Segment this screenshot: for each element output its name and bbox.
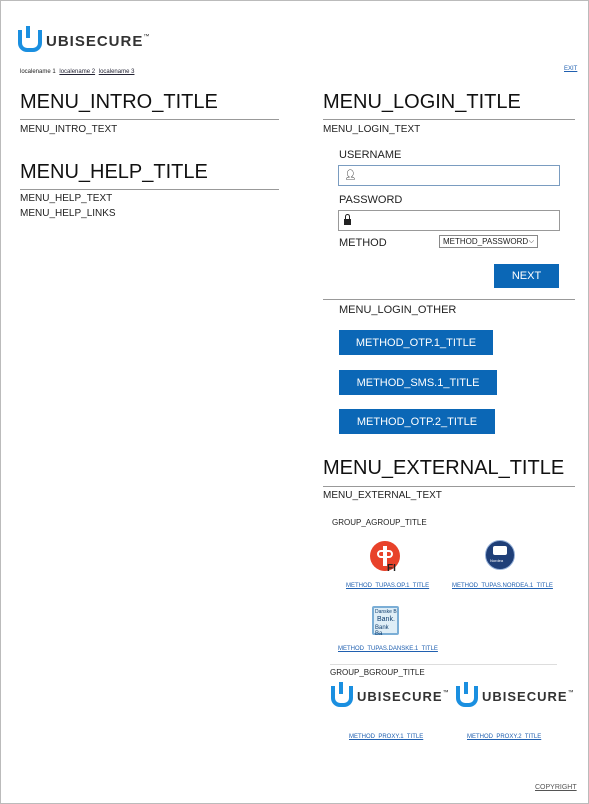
- group-a-title: GROUP_AGROUP_TITLE: [332, 518, 427, 527]
- op-logo-label: FI: [387, 563, 396, 574]
- intro-title: MENU_INTRO_TITLE: [20, 91, 218, 113]
- locale-switcher: localename 1 localename 2 localename 3: [20, 69, 134, 75]
- tupas-op-link[interactable]: METHOD_TUPAS.OP.1_TITLE: [346, 583, 429, 589]
- login-title: MENU_LOGIN_TITLE: [323, 91, 521, 113]
- copyright-link[interactable]: COPYRIGHT: [535, 784, 577, 791]
- username-label: USERNAME: [339, 149, 402, 161]
- ubisecure-u-icon: [456, 682, 478, 707]
- tupas-danske-link[interactable]: METHOD_TUPAS.DANSKE.1_TITLE: [338, 646, 438, 652]
- method-otp2-button[interactable]: METHOD_OTP.2_TITLE: [339, 409, 495, 434]
- help-text: MENU_HELP_TEXT: [20, 193, 113, 204]
- exit-link[interactable]: EXIT: [564, 66, 577, 72]
- page-frame: [0, 0, 589, 804]
- help-links[interactable]: MENU_HELP_LINKS: [20, 208, 116, 219]
- ubisecure-u-icon: [18, 26, 42, 52]
- password-field[interactable]: [338, 210, 560, 231]
- proxy1-link[interactable]: METHOD_PROXY.1_TITLE: [349, 734, 423, 740]
- help-title: MENU_HELP_TITLE: [20, 161, 208, 183]
- locale-current: localename 1: [20, 69, 56, 75]
- method-sms1-button[interactable]: METHOD_SMS.1_TITLE: [339, 370, 497, 395]
- proxy1-logo[interactable]: UBISECURE ™: [331, 682, 449, 707]
- method-label: METHOD: [339, 237, 387, 249]
- login-divider: [323, 119, 575, 120]
- ubisecure-u-icon: [331, 682, 353, 707]
- external-text: MENU_EXTERNAL_TEXT: [323, 490, 442, 501]
- lock-icon: [344, 219, 351, 225]
- external-title: MENU_EXTERNAL_TITLE: [323, 457, 565, 479]
- ubisecure-logo: UBISECURE ™: [18, 26, 149, 52]
- lock-icon-shackle: [345, 214, 350, 219]
- username-field[interactable]: 👤︎: [338, 165, 560, 186]
- login-text: MENU_LOGIN_TEXT: [323, 124, 421, 135]
- brand-name: UBISECURE: [46, 32, 144, 50]
- external-divider: [323, 486, 575, 487]
- intro-text: MENU_INTRO_TEXT: [20, 124, 118, 135]
- login-other-title: MENU_LOGIN_OTHER: [339, 304, 457, 316]
- user-icon: 👤︎: [344, 170, 357, 181]
- method-select[interactable]: METHOD_PASSWORD ⌵: [439, 235, 538, 248]
- chevron-down-icon: ⌵: [528, 237, 534, 245]
- locale-link-3[interactable]: localename 3: [99, 69, 135, 75]
- help-divider: [20, 189, 279, 190]
- proxy2-logo[interactable]: UBISECURE ™: [456, 682, 574, 707]
- tupas-nordea-link[interactable]: METHOD_TUPAS.NORDEA.1_TITLE: [452, 583, 553, 589]
- proxy2-link[interactable]: METHOD_PROXY.2_TITLE: [467, 734, 541, 740]
- password-label: PASSWORD: [339, 194, 403, 206]
- group-b-title: GROUP_BGROUP_TITLE: [330, 668, 425, 677]
- method-otp1-button[interactable]: METHOD_OTP.1_TITLE: [339, 330, 493, 355]
- intro-divider: [20, 119, 279, 120]
- danske-logo[interactable]: Danske B Bank. Bank Ba: [372, 606, 399, 637]
- locale-link-2[interactable]: localename 2: [59, 69, 95, 75]
- nordea-logo[interactable]: Nordea: [485, 540, 515, 570]
- group-b-divider: [330, 664, 557, 665]
- login-other-divider: [323, 299, 575, 300]
- next-button[interactable]: NEXT: [494, 264, 559, 288]
